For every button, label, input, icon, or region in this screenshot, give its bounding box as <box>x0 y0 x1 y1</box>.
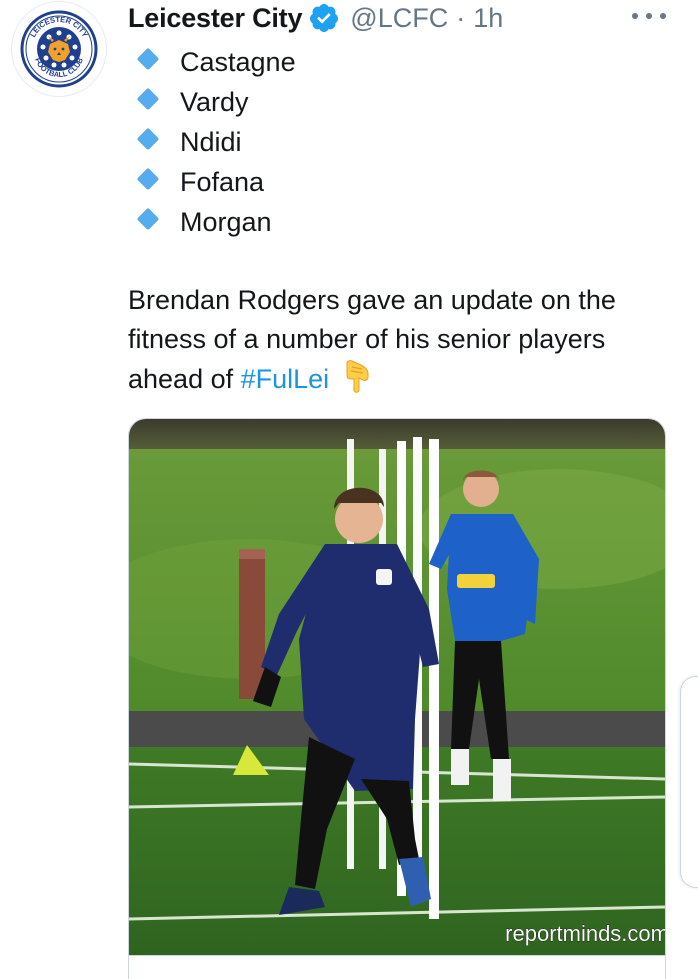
tweet-text-prefix: ahead of <box>128 364 241 394</box>
training-photo[interactable]: reportminds.com <box>129 419 665 955</box>
list-item: Fofana <box>136 162 296 202</box>
verified-badge-icon <box>308 2 340 34</box>
side-edge-panel[interactable] <box>680 676 698 888</box>
player-name: Ndidi <box>180 126 242 157</box>
tweet-text: Brendan Rodgers gave an update on the fi… <box>128 281 673 399</box>
blue-diamond-icon <box>136 207 160 231</box>
user-handle[interactable]: @LCFC <box>350 3 448 34</box>
player-name: Fofana <box>180 166 265 197</box>
tweet: LEICESTER CITY FOOTBALL CLUB Leicester C… <box>0 0 698 979</box>
media-card[interactable]: reportminds.com <box>128 418 666 979</box>
blue-diamond-icon <box>136 87 160 111</box>
media-watermark: reportminds.com <box>505 921 665 946</box>
player-name: Castagne <box>180 46 296 77</box>
player-name: Morgan <box>180 206 272 237</box>
leicester-city-crest-icon: LEICESTER CITY FOOTBALL CLUB <box>20 10 98 88</box>
more-options-button[interactable] <box>632 6 666 26</box>
blue-diamond-icon <box>136 167 160 191</box>
player-list: Castagne Vardy Ndidi Fofana Morgan <box>136 42 296 242</box>
hashtag-link[interactable]: #FulLei <box>241 364 330 394</box>
separator-dot: · <box>456 2 466 33</box>
tweet-header: Leicester City @LCFC · 1h <box>128 0 503 36</box>
tweet-text-line: fitness of a number of his senior player… <box>128 324 606 354</box>
blue-diamond-icon <box>136 47 160 71</box>
list-item: Ndidi <box>136 122 296 162</box>
backhand-index-pointing-down-icon <box>339 359 373 395</box>
more-dots-icon <box>632 13 638 19</box>
tweet-text-line: ahead of #FulLei <box>128 359 673 399</box>
list-item: Morgan <box>136 202 296 242</box>
tweet-text-line: Brendan Rodgers gave an update on the <box>128 285 616 315</box>
list-item: Castagne <box>136 42 296 82</box>
list-item: Vardy <box>136 82 296 122</box>
blue-diamond-icon <box>136 127 160 151</box>
avatar[interactable]: LEICESTER CITY FOOTBALL CLUB <box>12 2 106 96</box>
media-footer <box>129 955 665 979</box>
display-name[interactable]: Leicester City <box>128 3 302 34</box>
player-name: Vardy <box>180 86 249 117</box>
timestamp[interactable]: 1h <box>473 3 503 34</box>
